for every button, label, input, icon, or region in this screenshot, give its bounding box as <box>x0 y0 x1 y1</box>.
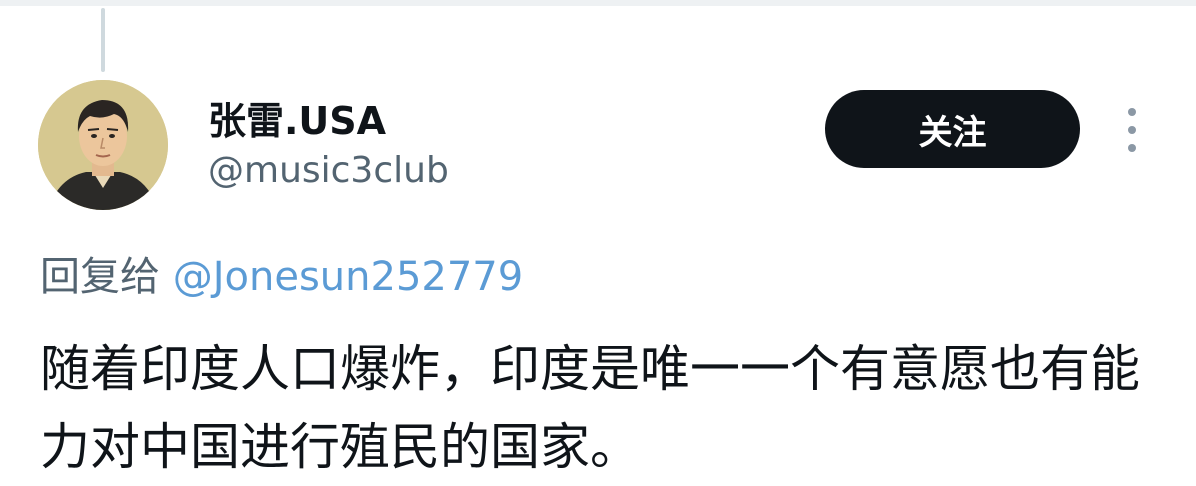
reply-mention-link[interactable]: @Jonesun252779 <box>173 254 523 300</box>
avatar[interactable] <box>38 80 168 210</box>
avatar-image <box>38 80 168 210</box>
more-dot <box>1128 144 1136 152</box>
thread-connector-line <box>101 8 105 72</box>
follow-button[interactable]: 关注 <box>825 90 1080 168</box>
user-handle[interactable]: @music3club <box>208 150 449 191</box>
reply-prefix: 回复给 <box>40 254 160 300</box>
reply-to-line: 回复给 @Jonesun252779 <box>40 244 523 302</box>
tweet-text: 随着印度人口爆炸，印度是唯一一个有意愿也有能力对中国进行殖民的国家。 <box>40 340 1140 476</box>
top-divider <box>0 0 1196 6</box>
more-dot <box>1128 126 1136 134</box>
follow-button-label: 关注 <box>918 112 987 153</box>
more-dot <box>1128 108 1136 116</box>
more-vertical-icon[interactable] <box>1116 108 1148 152</box>
display-name[interactable]: 张雷.USA <box>208 90 386 145</box>
